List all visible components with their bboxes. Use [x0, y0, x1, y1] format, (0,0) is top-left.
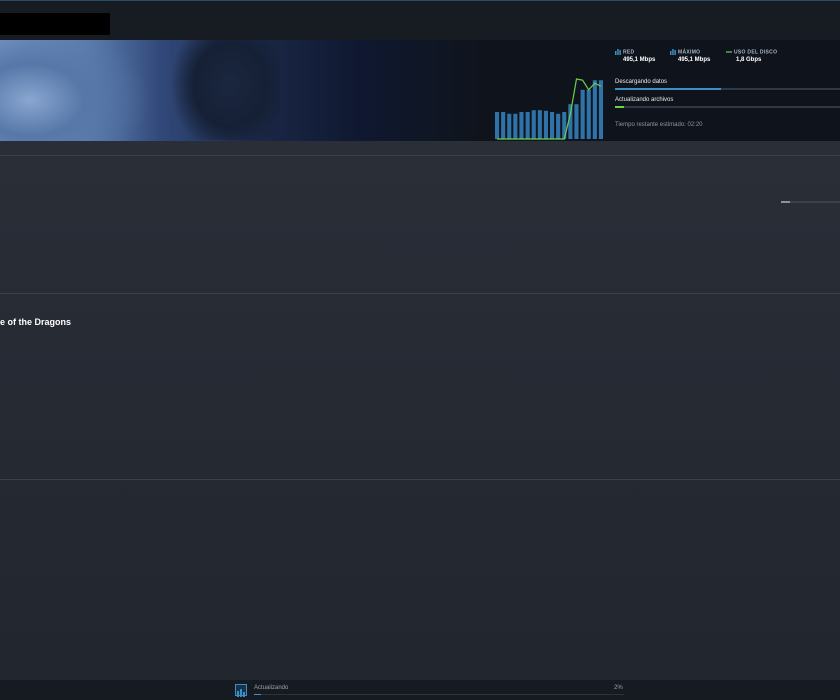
stat-network-value: 495,1 Mbps [623, 57, 656, 64]
download-status-progress [254, 694, 624, 695]
estimated-time-remaining: Tiempo restante estimado: 02:20 [615, 122, 703, 128]
download-status-label: Actualizando [254, 685, 289, 691]
game-title[interactable]: e of the Dragons [0, 317, 71, 327]
bandwidth-graph [495, 78, 603, 140]
divider-top [0, 155, 840, 156]
stat-disk-value: 1,8 Gbps [736, 57, 762, 64]
top-bar [0, 0, 840, 40]
download-data-progress-fill [615, 88, 721, 90]
stat-peak-label: MÁXIMO [678, 49, 701, 56]
stat-peak-value: 495,1 Mbps [678, 57, 711, 64]
bandwidth-bar [513, 113, 518, 139]
update-files-progress-fill [615, 106, 624, 108]
bandwidth-bar [592, 80, 597, 139]
divider-bottom [0, 479, 840, 480]
download-data-label: Descargando datos [615, 79, 668, 85]
game-artwork-figure [160, 40, 280, 140]
carousel-scroll-thumb[interactable] [781, 201, 790, 203]
bandwidth-bar [495, 112, 500, 139]
bandwidth-bar [586, 89, 591, 139]
stat-peak: MÁXIMO 495,1 Mbps [670, 49, 710, 63]
download-stats: RED 495,1 Mbps MÁXIMO 495,1 Mbps USO DEL… [606, 40, 840, 141]
bandwidth-bar [501, 112, 506, 139]
network-bars-icon [615, 49, 621, 55]
disk-usage-line [497, 78, 602, 140]
bandwidth-bar [507, 113, 512, 139]
stat-disk-label: USO DEL DISCO [734, 49, 778, 56]
download-queue-icon[interactable] [235, 684, 247, 697]
bandwidth-bar [556, 113, 561, 139]
divider-middle [0, 293, 840, 294]
download-status-percent: 2% [614, 685, 623, 691]
update-files-label: Actualizando archivos [615, 97, 674, 103]
download-status-progress-fill [254, 694, 262, 695]
bandwidth-bar [574, 104, 579, 139]
stat-network-label: RED [623, 49, 635, 56]
bandwidth-bar [531, 110, 536, 139]
stat-network: RED 495,1 Mbps [615, 49, 655, 63]
download-data-progress [615, 88, 840, 90]
bandwidth-bar [537, 110, 542, 139]
download-status-footer[interactable]: Actualizando 2% [0, 680, 840, 700]
bandwidth-bar [519, 112, 524, 139]
bandwidth-bar [580, 89, 585, 139]
update-files-progress [615, 106, 840, 108]
main-content: e of the Dragons [0, 141, 840, 680]
bandwidth-bar [525, 112, 530, 139]
carousel-scroll-indicator[interactable] [781, 201, 840, 203]
stat-disk: USO DEL DISCO 1,8 Gbps [726, 49, 777, 63]
disk-line-icon [726, 49, 732, 55]
redacted-block [0, 13, 110, 35]
peak-bars-icon [670, 49, 676, 55]
bandwidth-bar [543, 110, 548, 139]
bandwidth-bar [598, 80, 603, 139]
bandwidth-bar [550, 112, 555, 139]
